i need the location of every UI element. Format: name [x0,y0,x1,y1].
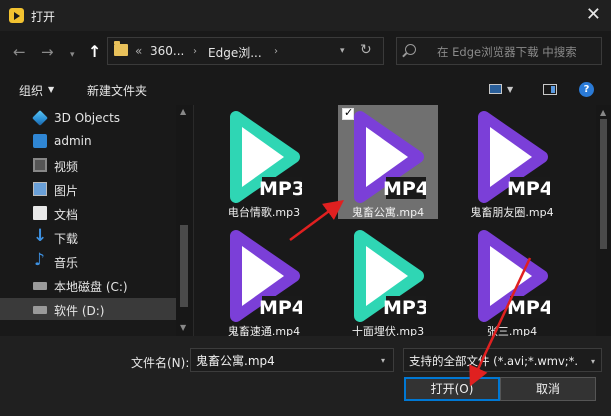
video-icon [33,158,47,172]
cancel-button[interactable]: 取消 [500,377,596,401]
sidebar-item-pictures[interactable]: 图片 [0,178,176,200]
filename-input[interactable] [190,348,394,372]
file-tile-5[interactable]: MP4 张三.mp4 [462,224,562,336]
filename-label: 文件名(N): [131,356,190,370]
file-type-badge: MP3 [259,178,302,200]
scroll-thumb[interactable] [600,119,607,249]
filename-dropdown-icon[interactable]: ▾ [381,356,385,365]
sidebar-item-label: 本地磁盘 (C:) [54,280,128,294]
search-placeholder: 在 Edge浏览器下载 中搜索 [437,45,577,59]
mp4-file-icon: MP4 [478,230,550,322]
view-dropdown-icon[interactable]: ▼ [507,85,513,94]
sidebar-item-downloads[interactable]: 下载 [0,226,176,248]
sidebar-item-label: 视频 [54,160,79,174]
file-type-badge: MP3 [383,297,426,319]
help-icon[interactable]: ? [579,82,594,97]
picture-icon [33,182,47,196]
file-type-badge: MP4 [507,178,550,200]
document-icon [33,206,47,220]
sidebar-item-music[interactable]: 音乐 [0,250,176,272]
breadcrumb-separator-icon[interactable]: › [274,46,278,57]
sidebar-item-3d-objects[interactable]: 3D Objects [0,107,176,129]
file-name: 张三.mp4 [486,325,538,336]
address-bar[interactable]: « 360... › Edge浏... › ▾ ↻ [107,37,384,65]
file-name: 电台情歌.mp3 [227,206,301,219]
breadcrumb-overflow[interactable]: « [135,44,142,58]
download-icon [33,226,47,246]
chevron-down-icon: ▾ [590,357,595,366]
file-type-badge: MP4 [383,178,426,200]
file-name: 鬼畜公寓.mp4 [351,206,425,219]
organize-dropdown-icon[interactable]: ▼ [48,85,54,94]
sidebar-item-drive-c[interactable]: 本地磁盘 (C:) [0,274,176,296]
title-bar: 打开 ✕ [0,0,611,31]
folder-icon [114,41,128,56]
file-type-badge: MP4 [259,297,302,319]
dialog-footer: 文件名(N): ▾ 支持的全部文件 (*.avi;*.wmv;*. ▾ 打开(O… [0,336,611,416]
file-name: 鬼畜朋友圈.mp4 [470,206,554,219]
up-arrow-icon[interactable]: ↑ [88,43,101,61]
scroll-thumb[interactable] [180,225,188,307]
open-button[interactable]: 打开(O) [404,377,500,401]
sidebar-scrollbar[interactable]: ▲ ▼ [176,105,193,336]
mp3-file-icon: MP3 [354,230,426,322]
sidebar-item-label: 3D Objects [54,111,121,125]
file-tile-0[interactable]: MP3 电台情歌.mp3 [214,105,314,219]
app-icon [9,8,24,23]
music-icon [33,250,47,270]
search-icon [405,44,416,55]
mp4-file-icon: MP4 [230,230,302,322]
organize-menu[interactable]: 组织 [19,82,43,99]
file-grid: MP3 电台情歌.mp3 MP4 鬼畜公寓.mp4 MP4 鬼畜朋友圈.mp4 … [194,105,611,336]
drive-icon [33,282,47,290]
file-type-value: 支持的全部文件 (*.avi;*.wmv;*. [409,354,579,368]
new-folder-button[interactable]: 新建文件夹 [87,82,147,99]
file-tile-1[interactable]: MP4 鬼畜公寓.mp4 [338,105,438,219]
sidebar-item-label: 音乐 [54,256,79,270]
forward-arrow-icon[interactable]: → [41,43,54,61]
file-type-badge: MP4 [507,297,550,319]
scroll-up-icon[interactable]: ▲ [600,108,606,117]
breadcrumb-item[interactable]: 360... [150,44,184,58]
sidebar-item-videos[interactable]: 视频 [0,154,176,176]
user-folder-icon [33,134,47,148]
search-box[interactable]: 在 Edge浏览器下载 中搜索 [396,37,602,65]
file-grid-scrollbar[interactable]: ▲ [596,105,611,336]
cube-icon [32,110,48,126]
mp4-file-icon: MP4 [478,111,550,203]
sidebar-item-label: 文档 [54,208,79,222]
file-type-select[interactable]: 支持的全部文件 (*.avi;*.wmv;*. ▾ [403,348,602,372]
window-title: 打开 [31,10,56,24]
sidebar-item-documents[interactable]: 文档 [0,202,176,224]
drive-icon [33,306,47,314]
change-view-icon[interactable] [489,84,502,94]
breadcrumb-separator-icon[interactable]: › [193,46,197,57]
sidebar-item-admin[interactable]: admin [0,130,176,152]
file-name: 鬼畜速通.mp4 [227,325,301,336]
sidebar-item-label: 下载 [54,232,79,246]
close-icon[interactable]: ✕ [586,4,601,26]
sidebar-item-label: 图片 [54,184,79,198]
command-toolbar: 组织 ▼ 新建文件夹 ▼ ? [0,75,611,105]
sidebar-item-drive-d[interactable]: 软件 (D:) [0,298,176,320]
recent-locations-dropdown-icon[interactable]: ▾ [70,46,75,64]
file-tile-3[interactable]: MP4 鬼畜速通.mp4 [214,224,314,336]
scroll-up-icon[interactable]: ▲ [180,107,186,116]
navigation-bar: ← → ▾ ↑ « 360... › Edge浏... › ▾ ↻ 在 Edge… [0,31,611,75]
navigation-pane: 3D Objects admin 视频 图片 文档 下载 音乐 本地磁盘 (C:… [0,105,193,336]
sidebar-item-label: 软件 (D:) [54,304,105,318]
file-tile-4[interactable]: MP3 十面埋伏.mp3 [338,224,438,336]
preview-pane-icon[interactable] [543,84,557,95]
back-arrow-icon[interactable]: ← [13,43,26,61]
refresh-icon[interactable]: ↻ [360,42,372,58]
mp3-file-icon: MP3 [230,111,302,203]
sidebar-item-label: admin [54,134,92,148]
mp4-file-icon: MP4 [354,111,426,203]
breadcrumb-item[interactable]: Edge浏... [208,44,262,61]
file-tile-2[interactable]: MP4 鬼畜朋友圈.mp4 [462,105,562,219]
scroll-down-icon[interactable]: ▼ [180,323,186,332]
address-dropdown-icon[interactable]: ▾ [340,46,345,56]
file-name: 十面埋伏.mp3 [351,325,425,336]
